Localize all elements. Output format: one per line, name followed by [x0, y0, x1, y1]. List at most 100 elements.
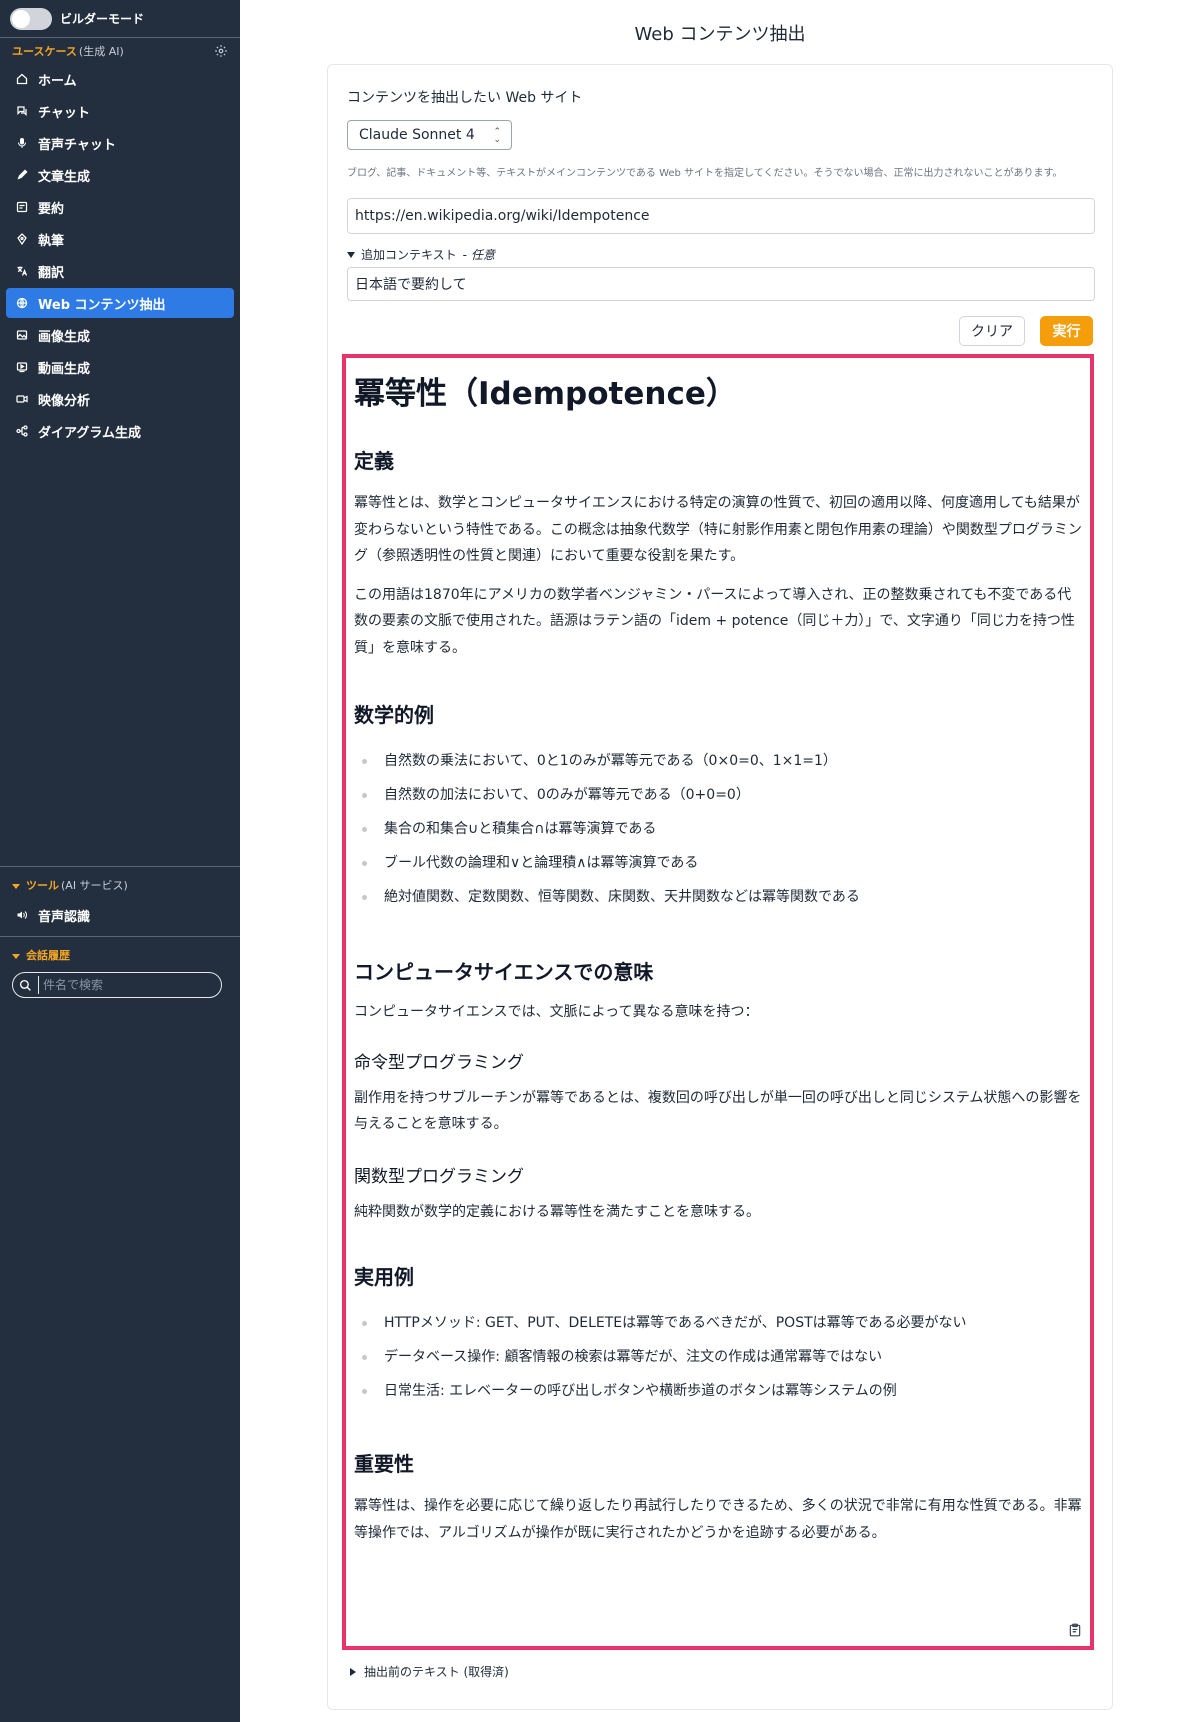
sidebar: ビルダーモード ユースケース (生成 AI) ホーム チャット 音声チャット 文章… [0, 0, 240, 1722]
model-select-value: Claude Sonnet 4 [359, 127, 475, 143]
math-heading: 数学的例 [354, 703, 434, 727]
diagram-icon [16, 425, 28, 437]
builder-mode-toggle[interactable] [10, 7, 52, 30]
image-icon [16, 330, 28, 340]
sidebar-item-text-generation[interactable]: 文章生成 [6, 160, 234, 190]
sidebar-divider [0, 866, 240, 867]
list-item: データベース操作: 顧客情報の検索は冪等だが、注文の作成は通常冪等ではない [354, 1340, 1082, 1374]
sidebar-item-label: 翻訳 [38, 265, 65, 281]
imperative-paragraph: 副作用を持つサブルーチンが冪等であるとは、複数回の呼び出しが単一回の呼び出しと同… [354, 1089, 1082, 1133]
translate-icon [17, 266, 28, 276]
sidebar-item-voice-chat[interactable]: 音声チャット [6, 128, 234, 158]
tools-section-header[interactable]: ツール (AI サービス) [0, 872, 240, 898]
sidebar-item-label: ダイアグラム生成 [38, 425, 141, 441]
sidebar-item-label: 要約 [38, 201, 65, 217]
definition-paragraph: 冪等性とは、数学とコンピュータサイエンスにおける特定の演算の性質で、初回の適用以… [354, 495, 1082, 564]
clear-button[interactable]: クリア [959, 316, 1025, 346]
caret-down-icon [347, 251, 355, 258]
context-input[interactable] [347, 267, 1095, 301]
before-text-toggle[interactable]: 抽出前のテキスト (取得済) [350, 1663, 509, 1680]
url-input[interactable] [347, 198, 1095, 234]
cs-heading: コンピュータサイエンスでの意味 [354, 960, 654, 984]
sidebar-item-label: 執筆 [38, 233, 65, 249]
list-item: 集合の和集合∪と積集合∩は冪等演算である [354, 812, 1082, 846]
practical-list: HTTPメソッド: GET、PUT、DELETEは冪等であるべきだが、POSTは… [354, 1306, 1082, 1408]
globe-icon [16, 297, 28, 309]
camera-icon [16, 395, 28, 403]
result-title: 冪等性（Idempotence） [354, 376, 737, 412]
tools-title: ツール [26, 879, 59, 892]
chevron-up-down-icon: ⌃ ⌄ [493, 127, 501, 145]
page-title: Web コンテンツ抽出 [634, 24, 806, 45]
tools-subtitle: (AI サービス) [61, 879, 128, 892]
usecase-title: ユースケース [12, 45, 77, 58]
usecase-subtitle: (生成 AI) [78, 45, 124, 58]
extraction-card: コンテンツを抽出したい Web サイト Claude Sonnet 4 ⌃ ⌄ ブ… [327, 64, 1113, 1710]
functional-heading: 関数型プログラミング [354, 1166, 524, 1187]
math-list: 自然数の乗法において、0と1のみが冪等元である（0×0=0、1×1=1） 自然数… [354, 744, 1082, 914]
site-label: コンテンツを抽出したい Web サイト [347, 90, 583, 106]
list-item: HTTPメソッド: GET、PUT、DELETEは冪等であるべきだが、POSTは… [354, 1306, 1082, 1340]
home-icon [16, 73, 28, 85]
search-separator [38, 976, 39, 994]
list-item: 日常生活: エレベーターの呼び出しボタンや横断歩道のボタンは冪等システムの例 [354, 1374, 1082, 1408]
caret-down-icon [12, 883, 20, 889]
imperative-heading: 命令型プログラミング [354, 1052, 524, 1073]
context-dash: - [462, 247, 467, 262]
sidebar-item-label: 動画生成 [38, 361, 91, 377]
practical-heading: 実用例 [354, 1265, 414, 1289]
importance-heading: 重要性 [354, 1452, 414, 1476]
clipboard-icon[interactable] [1068, 1622, 1082, 1638]
list-item: ブール代数の論理和∨と論理積∧は冪等演算である [354, 846, 1082, 880]
sidebar-item-label: 音声チャット [38, 137, 116, 153]
gear-icon[interactable] [214, 44, 228, 58]
context-toggle[interactable]: 追加コンテキスト - 任意 [347, 246, 495, 263]
sidebar-item-speech-recognition[interactable]: 音声認識 [6, 900, 234, 930]
usecase-nav: ホーム チャット 音声チャット 文章生成 要約 執筆 翻訳 Web コンテンツ抽… [0, 64, 240, 446]
usecase-section-header: ユースケース (生成 AI) [0, 38, 240, 64]
sidebar-item-home[interactable]: ホーム [6, 64, 234, 94]
definition-paragraph: この用語は1870年にアメリカの数学者ベンジャミン・パースによって導入され、正の… [354, 586, 1075, 656]
caret-right-icon [350, 1667, 356, 1676]
history-search [12, 972, 222, 998]
sidebar-item-diagram-generation[interactable]: ダイアグラム生成 [6, 416, 234, 446]
cs-intro: コンピュータサイエンスでは、文脈によって異なる意味を持つ： [354, 1004, 759, 1020]
toggle-knob [12, 9, 30, 28]
builder-mode-row: ビルダーモード [0, 0, 240, 38]
video-icon [16, 362, 28, 373]
sidebar-item-video-analysis[interactable]: 映像分析 [6, 384, 234, 414]
sidebar-item-label: 文章生成 [38, 169, 91, 185]
microphone-icon [18, 138, 26, 148]
chat-icon [17, 106, 27, 117]
search-input[interactable] [43, 978, 203, 992]
sidebar-item-writing[interactable]: 執筆 [6, 224, 234, 254]
history-title: 会話履歴 [26, 949, 70, 962]
pen-nib-icon [17, 233, 27, 245]
run-button[interactable]: 実行 [1040, 316, 1093, 346]
pencil-icon [17, 169, 28, 180]
sidebar-item-label: ホーム [38, 73, 77, 89]
sidebar-item-label: Web コンテンツ抽出 [38, 297, 166, 313]
list-item: 自然数の乗法において、0と1のみが冪等元である（0×0=0、1×1=1） [354, 744, 1082, 778]
list-item: 絶対値関数、定数関数、恒等関数、床関数、天井関数などは冪等関数である [354, 880, 1082, 914]
definition-heading: 定義 [354, 449, 394, 473]
sidebar-item-label: チャット [38, 105, 90, 121]
model-select[interactable]: Claude Sonnet 4 ⌃ ⌄ [347, 120, 512, 150]
sidebar-item-translate[interactable]: 翻訳 [6, 256, 234, 286]
sidebar-item-label: 映像分析 [38, 393, 91, 409]
speaker-icon [17, 911, 27, 919]
sidebar-item-chat[interactable]: チャット [6, 96, 234, 126]
caret-down-icon [12, 953, 20, 959]
sidebar-item-label: 音声認識 [38, 909, 91, 925]
context-optional: 任意 [471, 248, 496, 262]
list-item: 自然数の加法において、0のみが冪等元である（0+0=0） [354, 778, 1082, 812]
sidebar-item-label: 画像生成 [38, 329, 91, 345]
sidebar-item-video-generation[interactable]: 動画生成 [6, 352, 234, 382]
sidebar-item-web-content-extraction[interactable]: Web コンテンツ抽出 [6, 288, 234, 318]
builder-mode-label: ビルダーモード [60, 12, 145, 26]
sidebar-item-image-generation[interactable]: 画像生成 [6, 320, 234, 350]
summary-icon [16, 201, 28, 213]
sidebar-item-summary[interactable]: 要約 [6, 192, 234, 222]
before-text-label: 抽出前のテキスト (取得済) [364, 1665, 509, 1679]
history-section-header[interactable]: 会話履歴 [0, 942, 240, 968]
